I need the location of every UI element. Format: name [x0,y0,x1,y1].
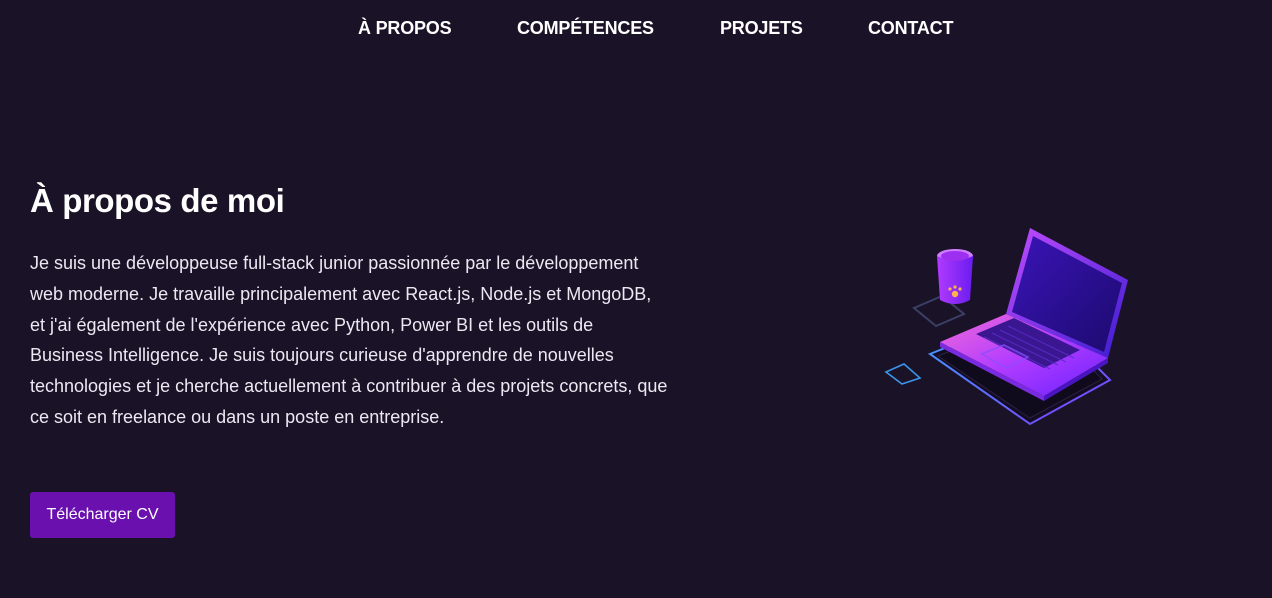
nav-link-contact[interactable]: CONTACT [868,18,953,39]
nav-link-competences[interactable]: COMPÉTENCES [517,18,654,39]
laptop-illustration [880,222,1140,432]
about-description: Je suis une développeuse full-stack juni… [30,253,668,427]
nav-link-projets[interactable]: PROJETS [720,18,803,39]
main-navigation: À PROPOS COMPÉTENCES PROJETS CONTACT [0,0,1272,58]
download-cv-button[interactable]: Télécharger CV [30,492,175,538]
nav-link-a-propos[interactable]: À PROPOS [358,18,452,39]
about-title: À propos de moi [30,182,285,219]
laptop-coffee-icon [884,228,1128,426]
